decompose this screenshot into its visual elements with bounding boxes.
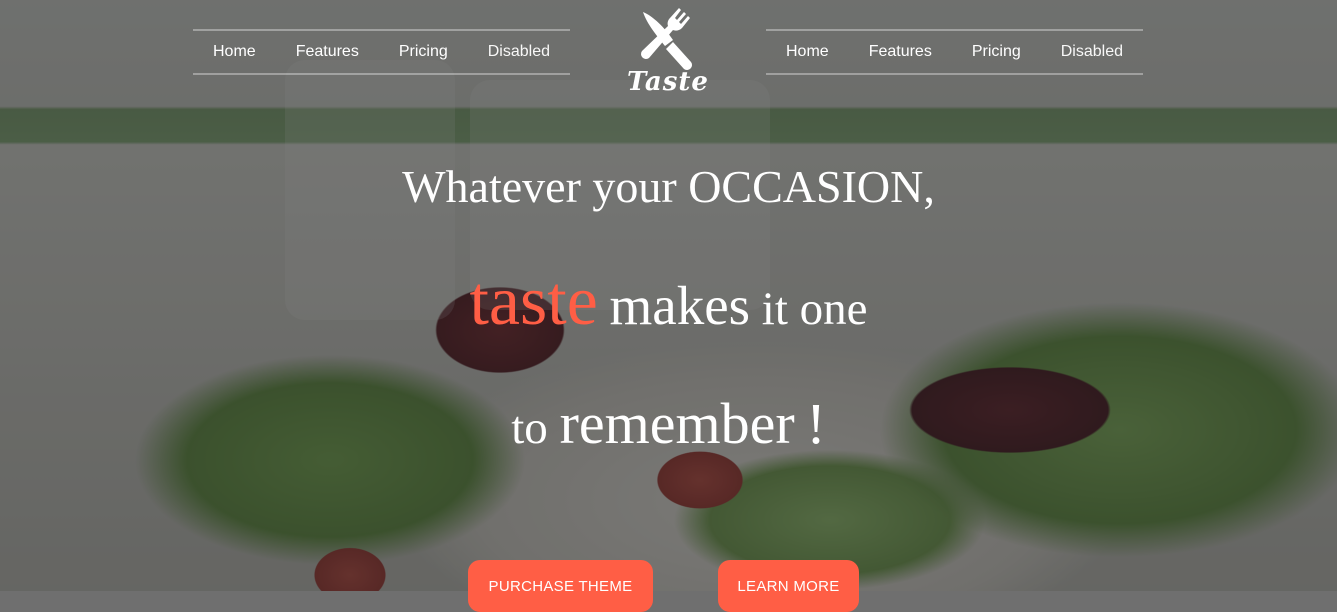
- hero-headline-line3: to remember !: [0, 390, 1337, 457]
- hero-headline-line1: Whatever your OCCASION,: [402, 161, 935, 212]
- nav-link-pricing[interactable]: Pricing: [379, 31, 468, 73]
- nav-link-disabled: Disabled: [487, 43, 550, 60]
- hero-accent-word: taste: [469, 263, 598, 340]
- hero-headline-line2: taste makes it one: [0, 262, 1337, 342]
- nav-link-disabled: Disabled: [1060, 43, 1123, 60]
- nav-link-pricing[interactable]: Pricing: [952, 31, 1041, 73]
- nav-link-home[interactable]: Home: [766, 31, 849, 73]
- purchase-theme-button[interactable]: PURCHASE THEME: [468, 560, 653, 612]
- hero-exclamation: !: [806, 391, 826, 456]
- hero-word-makes: makes: [609, 275, 751, 336]
- brand-logo-text: Taste: [627, 67, 709, 97]
- brand-logo[interactable]: Taste: [625, 6, 711, 102]
- hero-words-it-one: it one: [761, 283, 868, 335]
- hero-word-to: to: [511, 402, 548, 454]
- nav-left: Home Features Pricing Disabled: [193, 29, 570, 75]
- learn-more-button[interactable]: LEARN MORE: [718, 560, 859, 612]
- nav-link-features[interactable]: Features: [849, 31, 952, 73]
- fork-knife-crossed-icon: [641, 8, 692, 70]
- nav-link-home[interactable]: Home: [193, 31, 276, 73]
- hero-word-remember: remember: [559, 391, 795, 456]
- nav-right: Home Features Pricing Disabled: [766, 29, 1143, 75]
- nav-link-features[interactable]: Features: [276, 31, 379, 73]
